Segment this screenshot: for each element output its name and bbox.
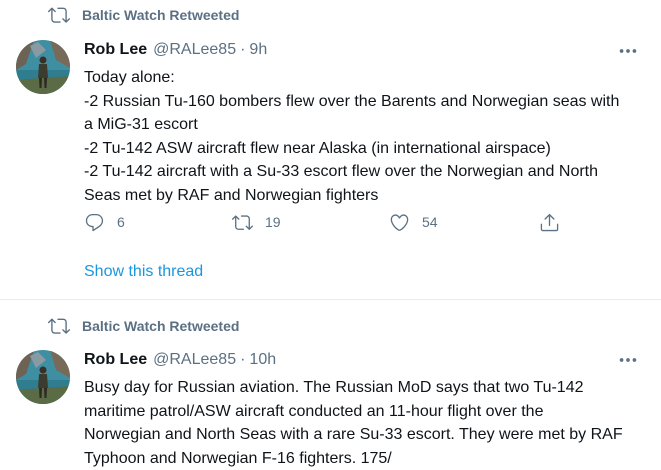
retweet-context[interactable]: Baltic Watch Retweeted: [48, 4, 239, 26]
author-handle[interactable]: @RALee85: [153, 351, 236, 369]
separator-dot: ·: [240, 41, 245, 59]
tweet-text-line: Today alone:: [84, 66, 644, 90]
retweet-label[interactable]: Baltic Watch Retweeted: [82, 7, 239, 23]
tweet-text: Today alone: -2 Russian Tu-160 bombers f…: [84, 66, 644, 207]
tweet-header: Rob Lee @RALee85 · 10h: [84, 349, 276, 371]
tweet-text-line: a MiG-31 escort: [84, 113, 644, 137]
tweet-text-line: -2 Tu-142 aircraft with a Su-33 escort f…: [84, 160, 644, 184]
more-icon[interactable]: [617, 40, 639, 62]
tweet-text-line: Seas met by RAF and Norwegian fighters: [84, 184, 644, 208]
like-button[interactable]: 54: [389, 208, 438, 236]
author-handle[interactable]: @RALee85: [153, 41, 236, 59]
author-name[interactable]: Rob Lee: [84, 351, 147, 369]
tweet-text-line: maritime patrol/ASW aircraft conducted a…: [84, 400, 644, 424]
like-count: 54: [422, 214, 438, 230]
reply-icon: [84, 212, 105, 233]
share-icon: [539, 212, 560, 233]
share-button[interactable]: [539, 208, 560, 236]
timestamp[interactable]: 10h: [249, 351, 276, 369]
more-icon[interactable]: [617, 349, 639, 371]
avatar[interactable]: [16, 350, 70, 404]
reply-button[interactable]: 6: [84, 208, 125, 236]
tweet[interactable]: Baltic Watch Retweeted Rob Lee @RALee85 …: [0, 0, 661, 300]
separator-dot: ·: [240, 351, 245, 369]
retweet-count: 19: [265, 214, 281, 230]
tweet-header: Rob Lee @RALee85 · 9h: [84, 39, 267, 61]
tweet-text-line: -2 Russian Tu-160 bombers flew over the …: [84, 90, 644, 114]
retweet-context[interactable]: Baltic Watch Retweeted: [48, 315, 239, 337]
tweet-text-line: Norwegian and North Seas with a rare Su-…: [84, 423, 644, 447]
retweet-icon: [48, 4, 70, 26]
like-icon: [389, 212, 410, 233]
author-name[interactable]: Rob Lee: [84, 41, 147, 59]
retweet-label[interactable]: Baltic Watch Retweeted: [82, 318, 239, 334]
reply-count: 6: [117, 214, 125, 230]
tweet-text-line: Busy day for Russian aviation. The Russi…: [84, 376, 644, 400]
tweet-actions: 6 19 54: [84, 208, 564, 236]
retweet-icon: [232, 212, 253, 233]
avatar[interactable]: [16, 40, 70, 94]
tweet[interactable]: Baltic Watch Retweeted Rob Lee @RALee85 …: [0, 300, 661, 468]
tweet-text: Busy day for Russian aviation. The Russi…: [84, 376, 644, 470]
retweet-icon: [48, 315, 70, 337]
show-thread-link[interactable]: Show this thread: [84, 263, 203, 281]
tweet-text-line: -2 Tu-142 ASW aircraft flew near Alaska …: [84, 137, 644, 161]
tweet-text-line: Typhoon and Norwegian F-16 fighters. 175…: [84, 447, 644, 470]
retweet-button[interactable]: 19: [232, 208, 281, 236]
timestamp[interactable]: 9h: [249, 41, 267, 59]
